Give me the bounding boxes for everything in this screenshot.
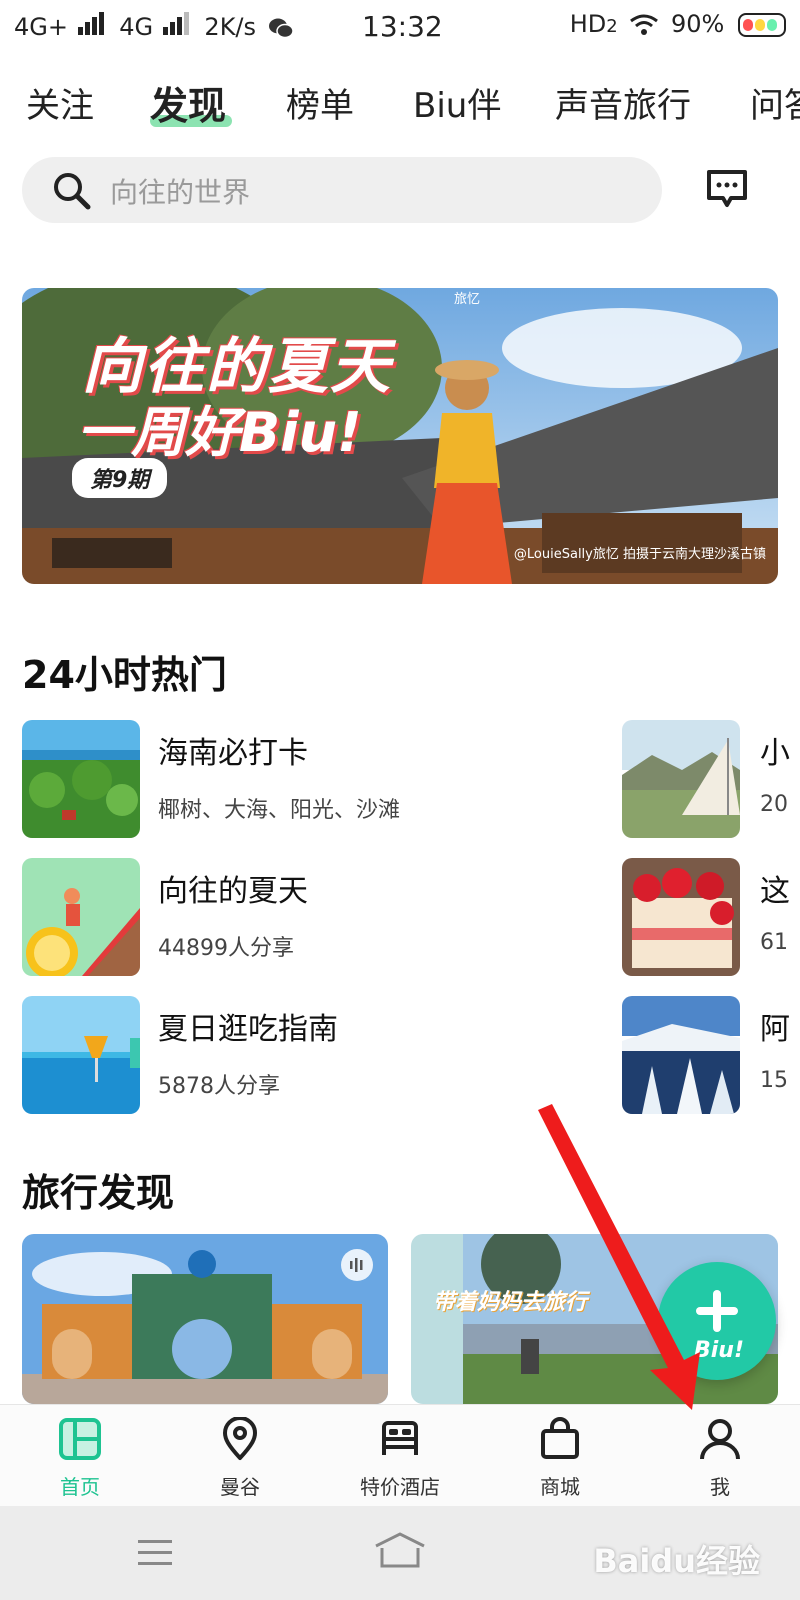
- nav-label: 首页: [60, 1475, 100, 1499]
- hot-item[interactable]: 海南必打卡 椰树、大海、阳光、沙滩: [0, 720, 600, 840]
- hot-item-title: 向往的夏天: [158, 874, 308, 909]
- top-tabs: 关注 发现 榜单 Biu伴 声音旅行 问答: [0, 78, 800, 138]
- home-grid-icon: [59, 1418, 101, 1460]
- hd-label: HD: [569, 10, 607, 38]
- hot-item-subtitle: 15: [760, 1068, 788, 1093]
- search-icon: [54, 173, 91, 210]
- fab-label: Biu!: [694, 1338, 745, 1363]
- hot-item-title: 阿: [760, 1012, 790, 1047]
- nav-home[interactable]: 首页: [0, 1405, 160, 1507]
- hot-thumb-summer: [22, 858, 140, 976]
- nav-label: 特价酒店: [360, 1475, 440, 1499]
- nav-label: 商城: [540, 1475, 580, 1499]
- network-label-2: 4G: [119, 13, 154, 41]
- card-handwritten-text: 带着妈妈去旅行: [433, 1290, 588, 1315]
- location-pin-icon: [223, 1417, 257, 1460]
- hot-item-subtitle: 44899人分享: [158, 936, 294, 961]
- battery-percent: 90%: [671, 10, 725, 38]
- audio-icon: [341, 1249, 373, 1281]
- signal-icon: [77, 12, 106, 41]
- hd-sub: 2: [606, 16, 618, 37]
- hot-item-subtitle: 61: [760, 930, 788, 955]
- search-bar[interactable]: 向往的世界: [22, 157, 662, 223]
- network-label-1: 4G+: [14, 13, 68, 41]
- banner-issue-badge: 第9期: [72, 458, 168, 498]
- menu-icon[interactable]: [136, 1536, 174, 1570]
- wifi-icon: [630, 14, 659, 35]
- hot-item-title: 小: [760, 736, 790, 771]
- discover-card-castle[interactable]: [22, 1234, 388, 1404]
- hot-item-title: 夏日逛吃指南: [158, 1012, 338, 1047]
- biu-post-button[interactable]: Biu!: [658, 1262, 776, 1380]
- network-speed: 2K/s: [204, 13, 257, 41]
- search-placeholder: 向往的世界: [110, 176, 251, 209]
- nav-bangkok[interactable]: 曼谷: [160, 1405, 320, 1507]
- baidu-watermark: Baidu经验: [593, 1542, 760, 1580]
- hot-thumb-tent: [622, 720, 740, 838]
- castle-image: [22, 1234, 388, 1404]
- nav-hotel[interactable]: 特价酒店: [320, 1405, 480, 1507]
- signal-icon-2: [162, 12, 191, 41]
- status-bar: 4G+ 4G 2K/s 13:32 HD2 90%: [0, 0, 800, 56]
- status-right: HD2 90%: [570, 10, 786, 38]
- banner-watermark: 旅忆: [454, 292, 481, 307]
- nav-label: 我: [710, 1475, 730, 1499]
- nav-mall[interactable]: 商城: [480, 1405, 640, 1507]
- hot-item[interactable]: 向往的夏天 44899人分享: [0, 858, 600, 978]
- hot-item-subtitle: 5878人分享: [158, 1074, 280, 1099]
- hot-item-title: 海南必打卡: [158, 736, 308, 771]
- tab-biu-partner[interactable]: Biu伴: [413, 78, 501, 127]
- wechat-icon: [268, 18, 294, 39]
- hot-thumb-strawberry-cake: [622, 858, 740, 976]
- hot-thumb-snow: [622, 996, 740, 1114]
- hot-thumb-hainan: [22, 720, 140, 838]
- hot-section-title: 24小时热门: [22, 653, 227, 697]
- nav-me[interactable]: 我: [640, 1405, 800, 1507]
- message-icon[interactable]: [705, 168, 749, 208]
- battery-icon: [738, 13, 786, 37]
- hot-thumb-food: [22, 996, 140, 1114]
- tab-qa[interactable]: 问答: [750, 78, 800, 127]
- nav-label: 曼谷: [220, 1475, 260, 1499]
- hot-item-title: 这: [760, 874, 790, 909]
- discover-section-title: 旅行发现: [22, 1171, 175, 1215]
- plus-icon: [696, 1290, 738, 1332]
- banner-title-line2: 一周好Biu!: [77, 401, 362, 464]
- status-left: 4G+ 4G 2K/s: [14, 12, 294, 41]
- hot-item[interactable]: 小 20: [622, 720, 800, 840]
- hot-item[interactable]: 这 61: [622, 858, 800, 978]
- status-time: 13:32: [362, 10, 443, 43]
- hot-item[interactable]: 夏日逛吃指南 5878人分享: [0, 996, 600, 1116]
- shopping-bag-icon: [541, 1417, 579, 1459]
- banner-carousel[interactable]: 向往的夏天 一周好Biu! 第9期 旅忆 @LouieSally旅忆 拍摄于云南…: [22, 288, 778, 584]
- system-nav-bar: Baidu经验: [0, 1506, 800, 1600]
- bed-icon: [382, 1421, 418, 1455]
- bottom-nav: 首页 曼谷 特价酒店 商城 我: [0, 1404, 800, 1507]
- hot-item[interactable]: 阿 15: [622, 996, 800, 1116]
- person-icon: [700, 1419, 740, 1460]
- tab-discover[interactable]: 发现: [150, 78, 226, 130]
- tab-follow[interactable]: 关注: [26, 78, 94, 127]
- hot-item-subtitle: 20: [760, 792, 788, 817]
- hot-item-subtitle: 椰树、大海、阳光、沙滩: [158, 798, 401, 823]
- home-icon[interactable]: [372, 1530, 428, 1572]
- banner-credit: @LouieSally旅忆 拍摄于云南大理沙溪古镇: [513, 547, 766, 562]
- tab-voice-travel[interactable]: 声音旅行: [555, 78, 691, 127]
- tab-ranking[interactable]: 榜单: [286, 78, 354, 127]
